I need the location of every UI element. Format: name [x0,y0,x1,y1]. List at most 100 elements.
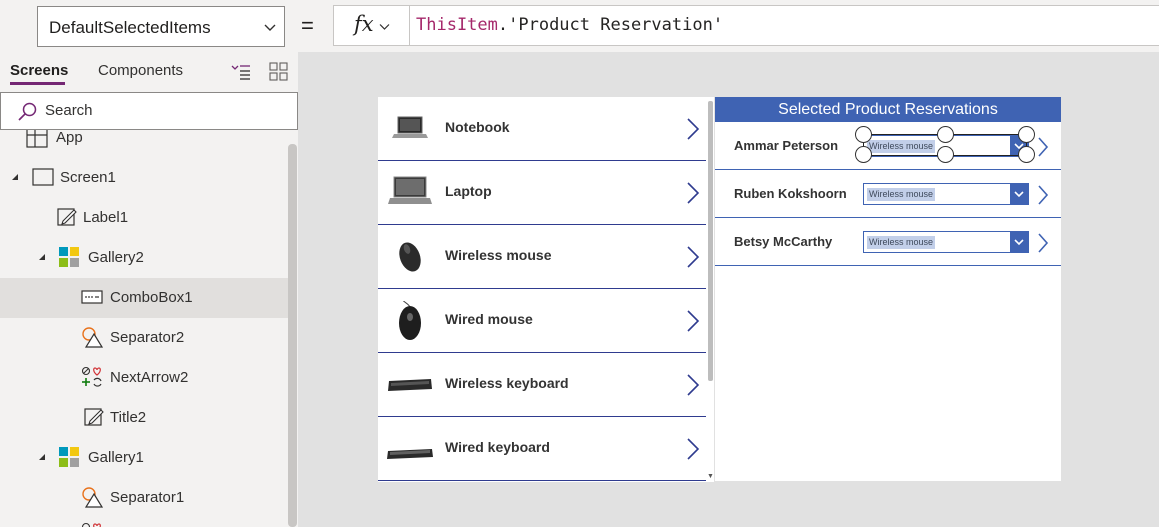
tree-item-nextarrow2[interactable]: NextArrow2 [0,358,288,398]
product-name: Wireless keyboard [445,375,569,391]
search-icon [18,102,37,121]
selected-item-chip[interactable]: Wireless mouse [867,188,936,201]
product-row[interactable]: Wireless keyboard [378,353,706,417]
reservation-row[interactable]: Betsy McCarthy Wireless mouse [715,218,1061,266]
chevron-right-icon[interactable] [1037,184,1049,206]
scroll-down-icon[interactable]: ▼ [707,473,714,480]
reservation-row[interactable]: Ruben Kokshoorn Wireless mouse [715,170,1061,218]
label-icon [57,208,77,226]
combobox[interactable]: Wireless mouse [863,183,1029,205]
resize-handle[interactable] [855,126,872,143]
product-row[interactable]: Wired mouse [378,289,706,353]
wireless-mouse-image [399,242,421,272]
formula-keyword: ThisItem [416,15,498,35]
chevron-right-icon[interactable] [686,117,700,141]
grid-view-icon[interactable] [269,62,288,81]
wired-mouse-image [399,301,421,340]
selected-item-chip[interactable]: Wireless mouse [867,236,936,249]
tree-item-label: Title2 [110,409,147,426]
reservation-name: Ruben Kokshoorn [734,186,847,201]
wired-keyboard-image [387,449,433,459]
dropdown-button[interactable] [1010,184,1028,204]
tree-view-panel: Screens Components Search App Screen1 La… [0,52,298,527]
tree-item-label: Label1 [83,209,129,226]
chevron-right-icon[interactable] [686,245,700,269]
app-icon [26,130,48,148]
property-dropdown[interactable]: DefaultSelectedItems [37,6,285,47]
product-row[interactable]: Wired keyboard [378,417,706,481]
search-input[interactable]: Search [0,92,298,130]
chevron-right-icon[interactable] [686,181,700,205]
chevron-right-icon[interactable] [1037,232,1049,254]
fx-icon: fx [354,12,374,36]
tree-item-combobox1[interactable]: ComboBox1 [0,278,288,318]
combobox-icon [81,290,103,304]
tree-item-gallery2[interactable]: Gallery2 [0,238,288,278]
tree-item-screen1[interactable]: Screen1 [0,158,288,198]
caret-expanded-icon[interactable] [37,452,47,462]
combobox[interactable]: Wireless mouse [863,231,1029,253]
tree-item-label: Gallery1 [88,449,144,466]
chevron-right-icon[interactable] [686,309,700,333]
product-name: Wired mouse [445,311,533,327]
tree-scrollbar[interactable] [288,144,297,527]
tab-components[interactable]: Components [98,62,183,79]
chevron-right-icon[interactable] [1037,136,1049,158]
chevron-down-icon [264,24,276,31]
resize-handle[interactable] [937,146,954,163]
reservation-name: Ammar Peterson [734,138,839,153]
chevron-down-icon [379,24,390,30]
list-view-icon[interactable] [231,63,251,81]
screen-icon [32,168,54,186]
product-row[interactable]: Laptop [378,161,706,225]
product-row[interactable]: Wireless mouse [378,225,706,289]
icons-control-icon [81,366,102,387]
tree-item-separator1[interactable]: Separator1 [0,478,288,518]
shapes-icon [82,487,103,508]
tree-item-separator2[interactable]: Separator2 [0,318,288,358]
caret-expanded-icon[interactable] [37,252,47,262]
resize-handle[interactable] [855,146,872,163]
fx-button[interactable]: fx [334,6,410,45]
tree-item-gallery1[interactable]: Gallery1 [0,438,288,478]
active-tab-indicator [10,82,65,85]
formula-expression: .'Product Reservation' [497,15,724,35]
reservations-gallery[interactable]: Selected Product Reservations Ammar Pete… [715,97,1061,481]
gallery-icon [59,447,79,467]
label-icon [84,408,104,426]
product-row[interactable]: Notebook [378,97,706,161]
reservation-row[interactable]: Ammar Peterson Wireless mouse [715,122,1061,170]
reservation-name: Betsy McCarthy [734,234,833,249]
chevron-down-icon [1014,191,1024,198]
wireless-keyboard-image [388,379,432,391]
resize-handle[interactable] [1018,146,1035,163]
tree-item-title2[interactable]: Title2 [0,398,288,438]
tree-item-label: App [56,130,83,146]
product-gallery[interactable]: Notebook Laptop Wireless mouse Wired mou… [378,97,714,482]
gallery-scrollbar[interactable]: ▼ [706,97,714,482]
product-name: Wired keyboard [445,439,550,455]
chevron-right-icon[interactable] [686,373,700,397]
formula-input[interactable]: fx ThisItem.'Product Reservation' [333,5,1159,46]
tab-screens-label: Screens [10,62,69,79]
tree-item-label: Separator2 [110,329,185,346]
tree-item-label1[interactable]: Label1 [0,198,288,238]
product-name: Laptop [445,183,492,199]
resize-handle[interactable] [937,126,954,143]
notebook-image [392,116,428,138]
tree-item-app[interactable]: App [0,130,288,158]
scrollbar-thumb[interactable] [708,101,713,381]
chevron-right-icon[interactable] [686,437,700,461]
chevron-down-icon [1014,239,1024,246]
tree-item-label: Gallery2 [88,249,144,266]
gallery-icon [59,247,79,267]
tree-item-label: Screen1 [60,169,116,186]
caret-expanded-icon[interactable] [10,172,20,182]
tree-item-label: ComboBox1 [110,289,193,306]
dropdown-button[interactable] [1010,232,1028,252]
tab-screens[interactable]: Screens [10,62,69,85]
tree-item-label: Separator1 [110,489,185,506]
laptop-image [388,176,432,204]
icons-control-icon [81,522,101,527]
resize-handle[interactable] [1018,126,1035,143]
